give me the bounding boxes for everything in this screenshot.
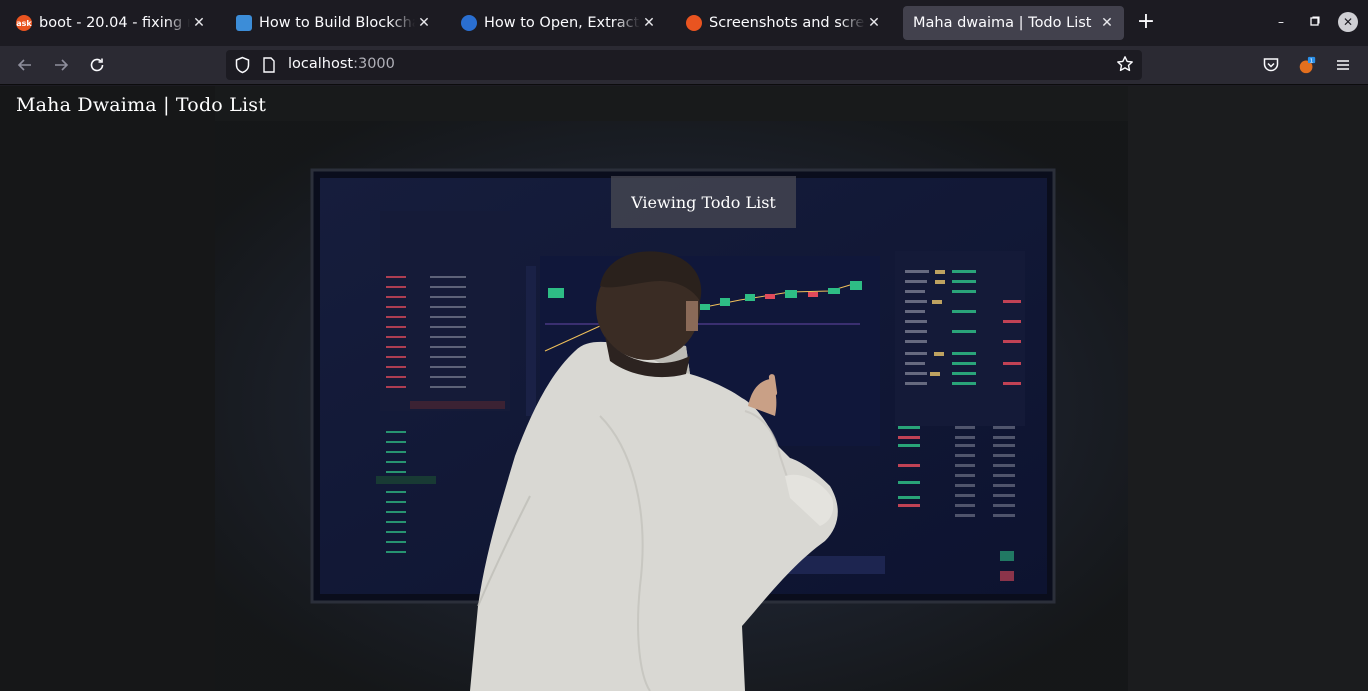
tab-0[interactable]: ask boot - 20.04 - fixing recursive ✕ — [6, 6, 216, 40]
blockchain-icon — [236, 15, 252, 31]
close-tab-icon[interactable]: ✕ — [190, 15, 208, 31]
close-tab-icon[interactable]: ✕ — [640, 15, 658, 31]
close-tab-icon[interactable]: ✕ — [865, 15, 883, 31]
tab-strip: ask boot - 20.04 - fixing recursive ✕ Ho… — [0, 0, 1368, 46]
tab-title: boot - 20.04 - fixing recursive — [39, 15, 190, 31]
url-host: localhost — [288, 56, 354, 72]
navigation-toolbar: localhost:3000 1 — [0, 46, 1368, 85]
back-icon[interactable] — [15, 55, 35, 75]
askubuntu-icon: ask — [16, 15, 32, 31]
todo-list-card: Viewing Todo List — [611, 176, 796, 228]
pocket-icon[interactable] — [1261, 55, 1281, 75]
bookmark-star-icon[interactable] — [1116, 55, 1134, 77]
close-tab-icon[interactable]: ✕ — [1098, 15, 1116, 31]
url-text[interactable]: localhost:3000 — [288, 56, 395, 72]
page-content: Maha Dwaima | Todo List Viewing Todo Lis… — [0, 86, 1368, 691]
tab-title: How to Build Blockchain Apps — [259, 15, 415, 31]
menu-icon[interactable] — [1333, 55, 1353, 75]
maximize-icon[interactable] — [1307, 14, 1323, 30]
tab-title: Maha dwaima | Todo List — [913, 15, 1092, 31]
shield-icon[interactable] — [234, 56, 251, 78]
ubuntu-icon — [686, 15, 702, 31]
page-icon[interactable] — [262, 57, 276, 77]
tab-title: How to Open, Extract and Edit — [484, 15, 640, 31]
extension-icon[interactable]: 1 — [1297, 55, 1317, 75]
minimize-icon[interactable]: – — [1273, 14, 1289, 30]
tab-3[interactable]: Screenshots and screencasts ✕ — [676, 6, 891, 40]
url-bar[interactable]: localhost:3000 — [226, 50, 1142, 80]
reload-icon[interactable] — [87, 55, 107, 75]
forward-icon[interactable] — [51, 55, 71, 75]
new-tab-icon[interactable]: + — [1136, 11, 1156, 33]
page-title: Maha Dwaima | Todo List — [16, 94, 267, 116]
tab-title: Screenshots and screencasts — [709, 15, 865, 31]
url-port: :3000 — [353, 56, 395, 72]
window-close-icon[interactable]: ✕ — [1338, 12, 1358, 32]
tab-4-active[interactable]: Maha dwaima | Todo List ✕ — [903, 6, 1124, 40]
close-tab-icon[interactable]: ✕ — [415, 15, 433, 31]
card-heading: Viewing Todo List — [631, 192, 776, 212]
tab-2[interactable]: How to Open, Extract and Edit ✕ — [451, 6, 666, 40]
howto-icon — [461, 15, 477, 31]
tab-1[interactable]: How to Build Blockchain Apps ✕ — [226, 6, 441, 40]
svg-text:1: 1 — [1310, 58, 1313, 64]
